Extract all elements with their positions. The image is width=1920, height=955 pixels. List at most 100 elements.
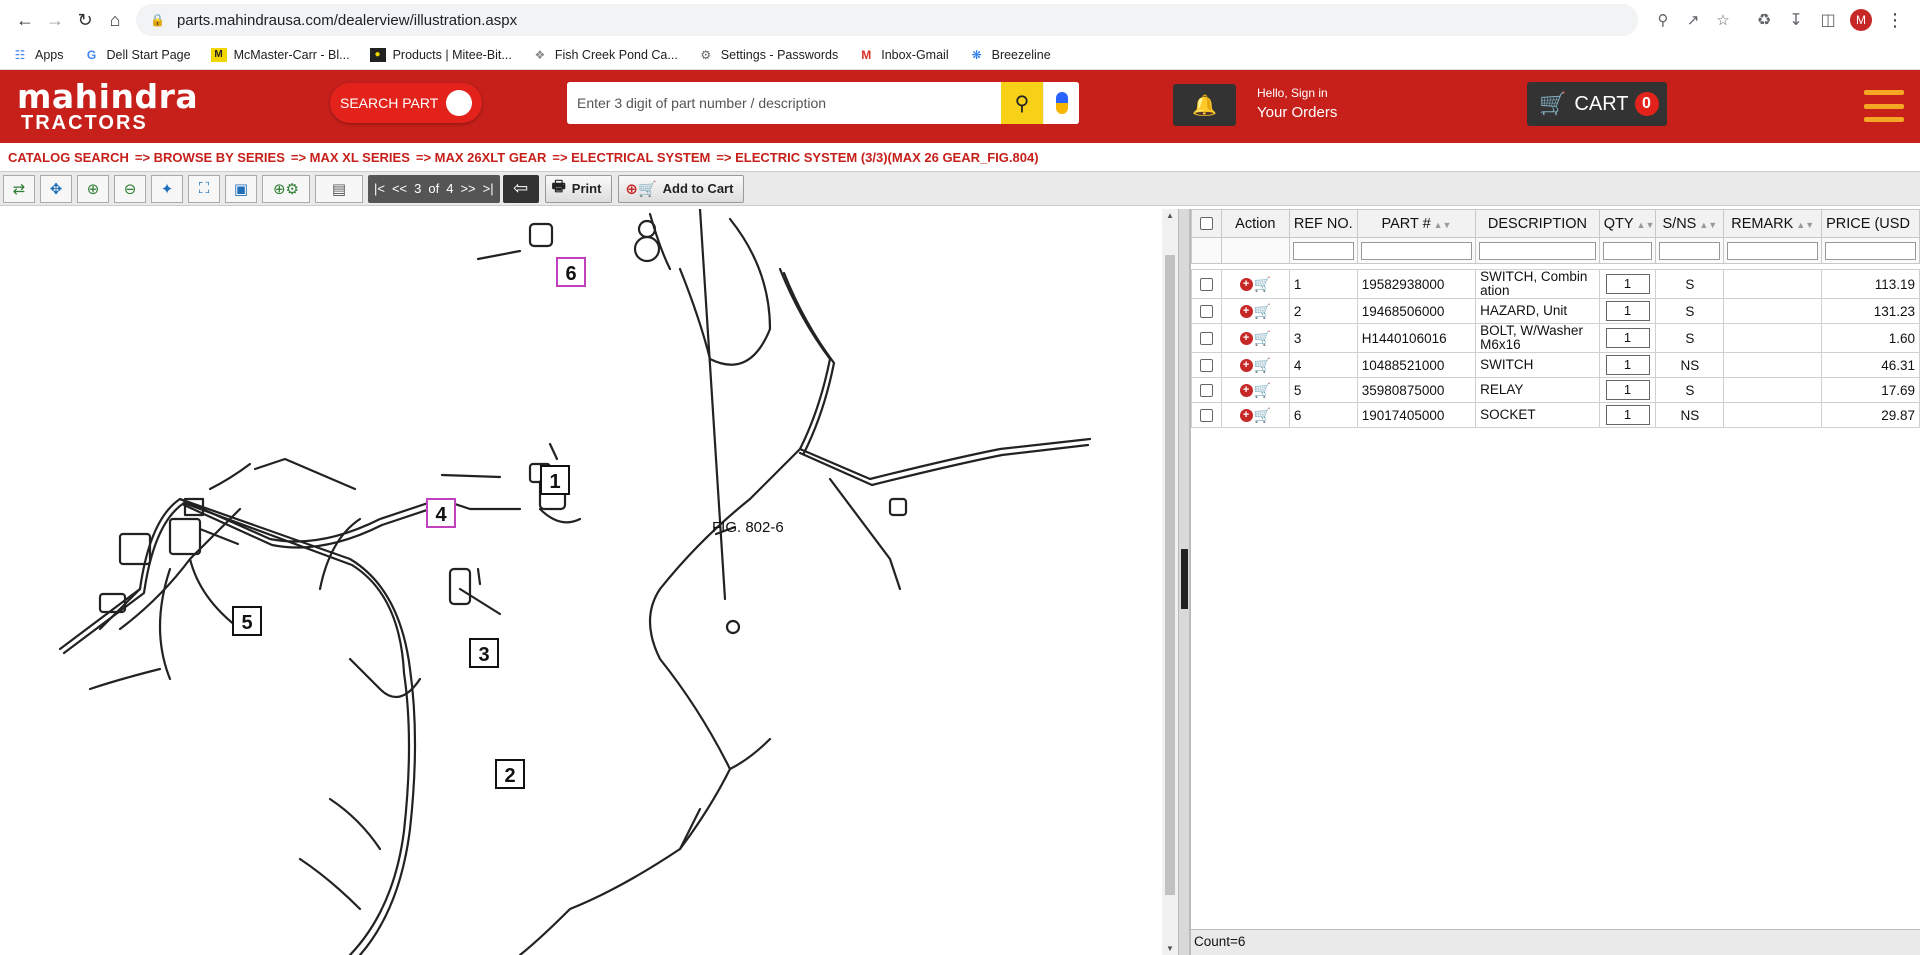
hamburger-menu-icon[interactable] bbox=[1864, 90, 1904, 122]
zoom-out-icon[interactable]: ⊖ bbox=[114, 174, 146, 203]
home-icon[interactable]: ⌂ bbox=[100, 5, 130, 35]
add-to-cart-button[interactable]: ⊕🛒 Add to Cart bbox=[618, 174, 745, 203]
back-arrow-button[interactable]: ⇦ bbox=[502, 174, 539, 203]
search-icon[interactable]: ⚲ bbox=[1001, 82, 1043, 124]
table-row[interactable]: + 🛒 4 10488521000 SWITCH 1 NS 46.31 bbox=[1191, 352, 1920, 378]
next-page-button[interactable]: >> bbox=[460, 181, 475, 196]
download-icon[interactable]: ↧ bbox=[1780, 10, 1812, 30]
add-to-cart-icon[interactable]: + 🛒 bbox=[1226, 303, 1285, 320]
callout-2[interactable]: 2 bbox=[504, 765, 515, 787]
row-checkbox[interactable] bbox=[1199, 409, 1213, 423]
callout-1[interactable]: 1 bbox=[549, 471, 560, 493]
breadcrumb-electrical-system[interactable]: => ELECTRICAL SYSTEM bbox=[552, 150, 710, 165]
signin-link[interactable]: Hello, Sign in Your Orders bbox=[1257, 86, 1337, 121]
header-price[interactable]: PRICE (USD bbox=[1821, 209, 1920, 238]
callout-5[interactable]: 5 bbox=[241, 612, 252, 634]
table-row[interactable]: + 🛒 1 19582938000 SWITCH, Combin ation 1 … bbox=[1191, 269, 1920, 299]
splitter-grip-icon[interactable] bbox=[1181, 549, 1188, 609]
search-input[interactable] bbox=[567, 82, 1001, 124]
filter-description-input[interactable] bbox=[1479, 241, 1596, 260]
table-row[interactable]: + 🛒 3 H1440106016 BOLT, W/Washer M6x16 1 … bbox=[1191, 323, 1920, 353]
address-bar[interactable]: 🔒 parts.mahindrausa.com/dealerview/illus… bbox=[136, 4, 1638, 36]
bookmark-settings[interactable]: ⚙ Settings - Passwords bbox=[698, 48, 838, 62]
bookmark-gmail[interactable]: M Inbox-Gmail bbox=[858, 48, 948, 62]
pan-icon[interactable]: ✥ bbox=[40, 174, 72, 203]
bookmark-mcmaster[interactable]: M McMaster-Carr - Bl... bbox=[210, 47, 350, 62]
callout-4[interactable]: 4 bbox=[435, 504, 447, 526]
row-checkbox[interactable] bbox=[1199, 384, 1213, 398]
breadcrumb-browse-by-series[interactable]: => BROWSE BY SERIES bbox=[135, 150, 285, 165]
zoom-area-icon[interactable]: ✦ bbox=[151, 174, 183, 203]
header-part-number[interactable]: PART # ▲▼ bbox=[1356, 209, 1477, 238]
qty-input[interactable]: 1 bbox=[1605, 301, 1650, 321]
sidepanel-icon[interactable]: ◫ bbox=[1812, 10, 1844, 30]
bookmark-fishcreek[interactable]: ❖ Fish Creek Pond Ca... bbox=[532, 48, 677, 62]
bookmark-apps[interactable]: ☷ Apps bbox=[12, 48, 64, 62]
bookmark-miteebit[interactable]: ● Products | Mitee-Bit... bbox=[369, 47, 512, 62]
reload-icon[interactable]: ↻ bbox=[70, 5, 100, 35]
breadcrumb-max-xl-series[interactable]: => MAX XL SERIES bbox=[291, 150, 410, 165]
profile-avatar[interactable]: M bbox=[1850, 9, 1872, 31]
header-qty[interactable]: QTY ▲▼ bbox=[1598, 209, 1657, 238]
table-row[interactable]: + 🛒 2 19468506000 HAZARD, Unit 1 S 131.23 bbox=[1191, 298, 1920, 324]
ruler-icon[interactable]: ▤ bbox=[315, 174, 363, 203]
table-row[interactable]: + 🛒 5 35980875000 RELAY 1 S 17.69 bbox=[1191, 377, 1920, 403]
last-page-button[interactable]: >| bbox=[483, 181, 494, 196]
mahindra-logo[interactable]: mahindra TRACTORS bbox=[17, 80, 198, 133]
add-to-cart-icon[interactable]: + 🛒 bbox=[1226, 276, 1285, 293]
qty-input[interactable]: 1 bbox=[1605, 274, 1650, 294]
filter-remark-input[interactable] bbox=[1727, 241, 1819, 260]
row-checkbox[interactable] bbox=[1199, 332, 1213, 346]
scroll-down-arrow-icon[interactable]: ▼ bbox=[1162, 944, 1178, 953]
header-sns[interactable]: S/NS ▲▼ bbox=[1655, 209, 1725, 238]
add-to-cart-icon[interactable]: + 🛒 bbox=[1226, 330, 1285, 347]
bookmark-star-icon[interactable]: ☆ bbox=[1708, 11, 1738, 29]
filter-part-input[interactable] bbox=[1360, 241, 1473, 260]
mic-button[interactable] bbox=[1043, 82, 1079, 124]
pane-splitter[interactable] bbox=[1178, 209, 1190, 955]
rotate-icon[interactable]: ⇄ bbox=[3, 174, 35, 203]
filter-qty-input[interactable] bbox=[1602, 241, 1653, 260]
print-button[interactable]: 🖶 Print bbox=[544, 174, 613, 203]
fit-to-screen-icon[interactable]: ⛶ bbox=[188, 174, 220, 203]
share-icon[interactable]: ↗ bbox=[1678, 11, 1708, 29]
bookmark-dell[interactable]: G Dell Start Page bbox=[84, 48, 191, 62]
header-description[interactable]: DESCRIPTION bbox=[1475, 209, 1600, 238]
add-settings-icon[interactable]: ⊕⚙ bbox=[262, 174, 310, 203]
prev-page-button[interactable]: << bbox=[392, 181, 407, 196]
breadcrumb-catalog-search[interactable]: CATALOG SEARCH bbox=[8, 150, 129, 165]
qty-input[interactable]: 1 bbox=[1605, 405, 1650, 425]
callout-6[interactable]: 6 bbox=[565, 263, 576, 285]
illustration-scrollbar[interactable]: ▲ ▼ bbox=[1162, 209, 1178, 955]
bell-icon[interactable]: 🔔 bbox=[1173, 84, 1236, 126]
scroll-thumb[interactable] bbox=[1165, 255, 1175, 895]
breadcrumb-max-26xlt-gear[interactable]: => MAX 26XLT GEAR bbox=[416, 150, 547, 165]
search-part-toggle[interactable]: SEARCH PART bbox=[330, 83, 482, 123]
scroll-up-arrow-icon[interactable]: ▲ bbox=[1162, 211, 1178, 220]
row-checkbox[interactable] bbox=[1199, 359, 1213, 373]
select-all-checkbox[interactable] bbox=[1199, 217, 1213, 231]
qty-input[interactable]: 1 bbox=[1605, 380, 1650, 400]
crop-icon[interactable]: ▣ bbox=[225, 174, 257, 203]
filter-sns-input[interactable] bbox=[1659, 241, 1721, 260]
back-arrow-icon[interactable]: ← bbox=[10, 5, 40, 35]
filter-price-input[interactable] bbox=[1825, 241, 1916, 260]
kebab-menu-icon[interactable]: ⋮ bbox=[1880, 5, 1910, 35]
add-to-cart-icon[interactable]: + 🛒 bbox=[1226, 382, 1285, 399]
bookmark-breezeline[interactable]: ❋ Breezeline bbox=[969, 48, 1051, 62]
add-to-cart-icon[interactable]: + 🛒 bbox=[1226, 407, 1285, 424]
zoom-icon[interactable]: ⚲ bbox=[1648, 11, 1678, 29]
forward-arrow-icon[interactable]: → bbox=[40, 5, 70, 35]
qty-input[interactable]: 1 bbox=[1605, 355, 1650, 375]
first-page-button[interactable]: |< bbox=[374, 181, 385, 196]
qty-input[interactable]: 1 bbox=[1605, 328, 1650, 348]
callout-3[interactable]: 3 bbox=[478, 644, 489, 666]
header-remark[interactable]: REMARK ▲▼ bbox=[1723, 209, 1823, 238]
extensions-icon[interactable]: ♻ bbox=[1748, 10, 1780, 30]
row-checkbox[interactable] bbox=[1199, 305, 1213, 319]
table-row[interactable]: + 🛒 6 19017405000 SOCKET 1 NS 29.87 bbox=[1191, 402, 1920, 428]
zoom-in-icon[interactable]: ⊕ bbox=[77, 174, 109, 203]
cart-button[interactable]: 🛒 CART 0 bbox=[1527, 82, 1667, 126]
add-to-cart-icon[interactable]: + 🛒 bbox=[1226, 357, 1285, 374]
filter-ref-input[interactable] bbox=[1292, 241, 1354, 260]
